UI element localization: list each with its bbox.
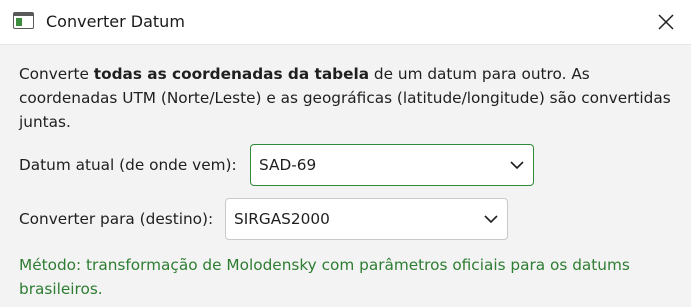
target-datum-label: Converter para (destino): bbox=[19, 210, 214, 228]
close-icon bbox=[658, 14, 674, 30]
intro-prefix: Converte bbox=[19, 65, 94, 83]
intro-text: Converte todas as coordenadas da tabela … bbox=[19, 62, 674, 134]
method-note: Método: transformação de Molodensky com … bbox=[19, 256, 630, 298]
target-datum-select[interactable]: SIRGAS2000 bbox=[225, 198, 508, 240]
window-title: Converter Datum bbox=[46, 12, 185, 31]
target-datum-value: SIRGAS2000 bbox=[234, 210, 330, 228]
chevron-down-icon bbox=[510, 161, 524, 170]
intro-bold: todas as coordenadas da tabela bbox=[93, 65, 370, 83]
title-bar: Converter Datum bbox=[0, 0, 691, 45]
current-datum-select[interactable]: SAD-69 bbox=[250, 144, 534, 186]
chevron-down-icon bbox=[484, 215, 498, 224]
current-datum-label: Datum atual (de onde vem): bbox=[19, 156, 237, 174]
app-icon bbox=[13, 12, 34, 29]
converter-datum-dialog: Converter Datum Converte todas as coorde… bbox=[0, 0, 691, 307]
current-datum-value: SAD-69 bbox=[259, 156, 317, 174]
close-button[interactable] bbox=[646, 4, 686, 40]
